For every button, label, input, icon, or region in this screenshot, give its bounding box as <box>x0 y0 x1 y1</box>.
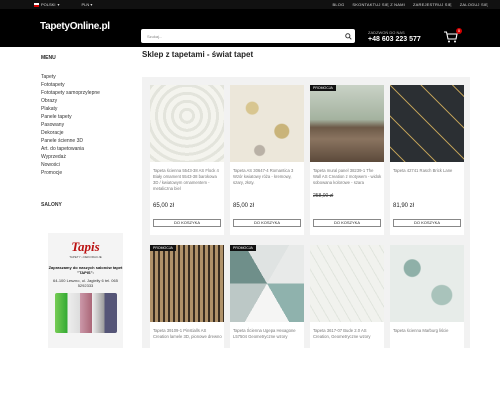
menu-heading: MENU <box>41 55 56 61</box>
blog-link[interactable]: BLOG <box>332 2 344 7</box>
product-card[interactable]: PROMOCJA Tapeta 39109-1 Pinstialls AS Cr… <box>150 245 224 395</box>
product-old-price: 258,00 zł <box>313 193 334 199</box>
promo-badge: PROMOCJA <box>310 85 336 91</box>
language-selector[interactable]: POLSKI ▾ <box>34 2 59 7</box>
promo-badge: PROMOCJA <box>230 245 256 251</box>
sidebar-item-wyprzedaz[interactable]: Wyprzedaż <box>41 153 129 161</box>
sidebar: MENU Tapety Fototapety Fototapety samopr… <box>41 55 129 208</box>
product-image[interactable] <box>310 245 384 322</box>
product-name[interactable]: Tapeta 39109-1 Pinstialls AS Creation la… <box>153 328 222 340</box>
top-bar: POLSKI ▾ PLN ▾ BLOG SKONTAKTUJ SIĘ Z NAM… <box>0 0 500 9</box>
sidebar-item-obrazy[interactable]: Obrazy <box>41 97 129 105</box>
product-name[interactable]: Tapeta AS 30647-4 Romantica 3 Wzór kwiat… <box>233 168 302 186</box>
currency-selector[interactable]: PLN ▾ <box>81 2 92 7</box>
product-image[interactable] <box>390 245 464 322</box>
tapis-logo: Tapis <box>71 239 100 254</box>
product-image[interactable] <box>150 245 224 322</box>
product-name[interactable]: Tapeta 42741 Rasch Brick Lane <box>393 168 462 174</box>
product-image[interactable] <box>310 85 384 162</box>
product-name[interactable]: Tapeta Ścienna Ugepa Hexagone L57504 Geo… <box>233 328 302 340</box>
product-card[interactable]: PROMOCJA Tapeta mural panel 38239-1 The … <box>310 85 384 235</box>
phone-contact: ZADZWOŃ DO NAS +48 603 223 577 <box>368 30 421 43</box>
product-image[interactable] <box>390 85 464 162</box>
search-icon[interactable] <box>341 29 355 43</box>
salons-heading: SALONY <box>41 202 62 208</box>
search-input[interactable]: Szukaj... <box>141 34 341 39</box>
main-content: Sklep z tapetami - świat tapet Tapeta śc… <box>142 50 472 395</box>
store-photo <box>54 293 117 333</box>
sidebar-item-fototapety-samoprzylepne[interactable]: Fototapety samoprzylepne <box>41 89 129 97</box>
sidebar-item-dekoracje[interactable]: Dekoracje <box>41 129 129 137</box>
product-image[interactable] <box>230 245 304 322</box>
product-card[interactable]: Tapeta 42741 Rasch Brick Lane 81,90 zł D… <box>390 85 464 235</box>
sidebar-item-panele-scienne-3d[interactable]: Panele ścienne 3D <box>41 137 129 145</box>
phone-number[interactable]: +48 603 223 577 <box>368 36 421 43</box>
add-to-cart-button[interactable]: DO KOSZYKA <box>153 219 221 227</box>
product-price: 81,90 zł <box>393 203 415 209</box>
product-image[interactable] <box>150 85 224 162</box>
chevron-down-icon: ▾ <box>57 2 60 7</box>
add-to-cart-button[interactable]: DO KOSZYKA <box>233 219 301 227</box>
cart-button[interactable]: 0 <box>444 28 462 45</box>
site-logo[interactable]: TapetyOnline.pl <box>40 21 110 32</box>
product-price: 65,00 zł <box>153 203 175 209</box>
product-grid: Tapeta ścienna 5543-38 AS Flock 4 Biały … <box>142 77 470 395</box>
register-link[interactable]: ZAREJESTRUJ SIĘ <box>413 2 452 7</box>
add-to-cart-button[interactable]: DO KOSZYKA <box>393 219 461 227</box>
cart-count-badge: 0 <box>456 28 462 34</box>
sidebar-item-tapety[interactable]: Tapety <box>41 73 129 81</box>
sidebar-item-pasowany[interactable]: Pasowany <box>41 121 129 129</box>
product-name[interactable]: Tapeta ścienna Marburg liście <box>393 328 462 334</box>
product-card[interactable]: Tapeta AS 30647-4 Romantica 3 Wzór kwiat… <box>230 85 304 235</box>
sidebar-item-promocje[interactable]: Promocje <box>41 169 129 177</box>
sidebar-item-plakaty[interactable]: Plakaty <box>41 105 129 113</box>
page-title: Sklep z tapetami - świat tapet <box>142 50 254 59</box>
product-card[interactable]: Tapeta ścienna Marburg liście <box>390 245 464 395</box>
sidebar-item-art-do-tapetowania[interactable]: Art. do tapetowania <box>41 145 129 153</box>
sidebar-item-nowosci[interactable]: Nowości <box>41 161 129 169</box>
login-link[interactable]: ZALOGUJ SIĘ <box>460 2 488 7</box>
product-image[interactable] <box>230 85 304 162</box>
product-name[interactable]: Tapeta mural panel 38239-1 The Wall AS C… <box>313 168 382 186</box>
product-name[interactable]: Tapeta 3617-07 Bude 2.0 AS Creation, Geo… <box>313 328 382 340</box>
product-card[interactable]: PROMOCJA Tapeta Ścienna Ugepa Hexagone L… <box>230 245 304 395</box>
sidebar-item-fototapety[interactable]: Fototapety <box>41 81 129 89</box>
product-card[interactable]: Tapeta 3617-07 Bude 2.0 AS Creation, Geo… <box>310 245 384 395</box>
promo-badge: PROMOCJA <box>150 245 176 251</box>
poland-flag-icon <box>34 2 39 7</box>
salon-promo-banner[interactable]: Tapis TAPETY • DEKORACJE Zapraszamy do n… <box>48 233 123 348</box>
add-to-cart-button[interactable]: DO KOSZYKA <box>313 219 381 227</box>
search-bar[interactable]: Szukaj... <box>141 29 355 43</box>
sidebar-item-panele-tapety[interactable]: Panele tapety <box>41 113 129 121</box>
header: TapetyOnline.pl Szukaj... ZADZWOŃ DO NAS… <box>0 9 500 47</box>
product-price: 85,00 zł <box>233 203 255 209</box>
product-card[interactable]: Tapeta ścienna 5543-38 AS Flock 4 Biały … <box>150 85 224 235</box>
product-name[interactable]: Tapeta ścienna 5543-38 AS Flock 4 Biały … <box>153 168 222 192</box>
contact-link[interactable]: SKONTAKTUJ SIĘ Z NAMI <box>352 2 405 7</box>
